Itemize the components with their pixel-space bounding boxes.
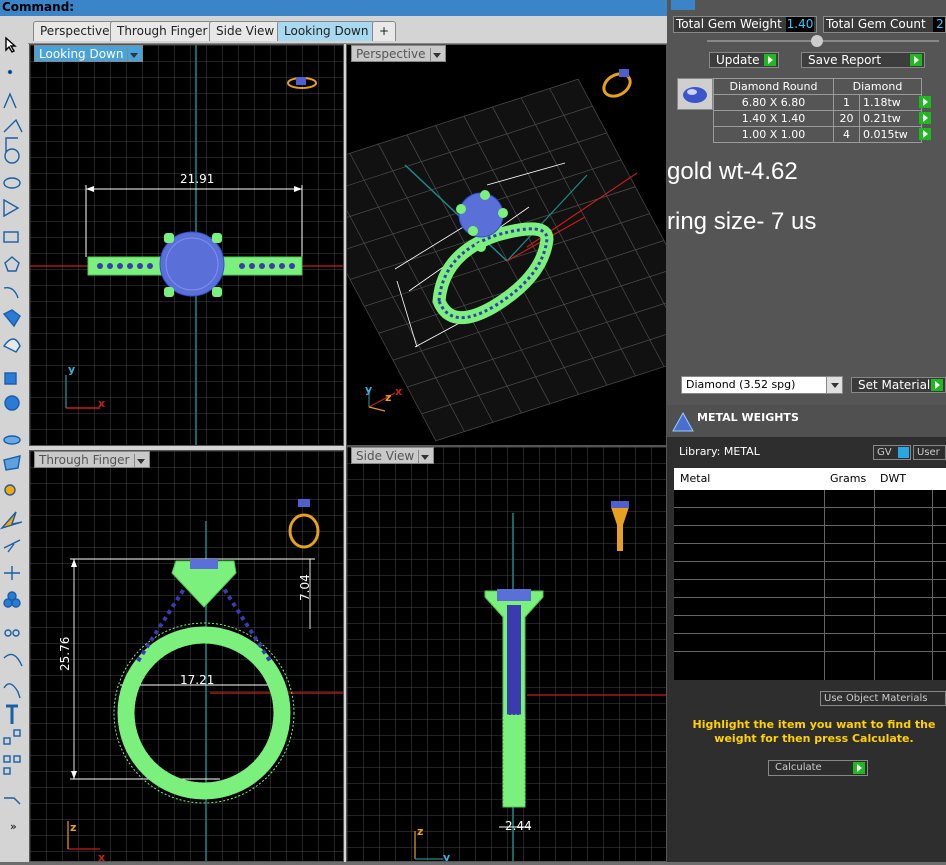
total-gem-count-label: Total Gem Count 2 bbox=[823, 16, 946, 33]
col-header-diamond: Diamond bbox=[833, 78, 922, 95]
viewport-label-perspective[interactable]: Perspective bbox=[351, 45, 446, 62]
axis-z-label-perspective: z bbox=[385, 391, 392, 404]
dimension-width: 21.91 bbox=[180, 172, 215, 186]
axis-x-label-finger: x bbox=[98, 851, 106, 862]
table-row[interactable] bbox=[674, 562, 946, 580]
diamond-round-icon bbox=[677, 78, 713, 110]
note-ring-size: ring size- 7 us bbox=[667, 208, 817, 235]
viewport-grid bbox=[30, 45, 343, 445]
axis-x-label: x bbox=[98, 397, 106, 410]
viewport-label-through-finger[interactable]: Through Finger bbox=[34, 451, 150, 468]
slider-track[interactable] bbox=[707, 40, 939, 42]
svg-text:»: » bbox=[10, 820, 17, 833]
col-dwt: DWT bbox=[880, 472, 907, 485]
play-icon bbox=[764, 54, 776, 66]
user-toggle[interactable]: User bbox=[913, 445, 946, 460]
chevron-down-icon[interactable] bbox=[127, 47, 139, 62]
col-divider bbox=[932, 490, 933, 680]
chevron-down-icon[interactable] bbox=[826, 377, 842, 393]
table-row[interactable] bbox=[674, 598, 946, 616]
table-row[interactable]: 6.80 X 6.80 1 1.18tw bbox=[713, 94, 922, 111]
row-action-button[interactable] bbox=[919, 128, 931, 140]
viewport-area: 21.91 y x Looking Down y z x Perspective… bbox=[28, 44, 667, 862]
table-row[interactable]: 1.00 X 1.00 4 0.015tw bbox=[713, 126, 922, 143]
table-row[interactable]: 1.40 X 1.40 20 0.21tw bbox=[713, 110, 922, 127]
play-icon bbox=[853, 762, 865, 774]
axis-z-label-side: z bbox=[417, 825, 424, 838]
dimension-thickness: 2.44 bbox=[505, 819, 532, 833]
viewport-label-looking-down[interactable]: Looking Down bbox=[34, 45, 144, 62]
metal-table-header: Metal Grams DWT bbox=[674, 468, 946, 490]
tab-perspective[interactable]: Perspective bbox=[33, 21, 117, 41]
command-bar: Command: bbox=[0, 0, 667, 16]
axis-x-label-perspective: x bbox=[395, 385, 403, 398]
gem-table: Diamond Round Diamond 6.80 X 6.80 1 1.18… bbox=[713, 78, 922, 143]
dimension-inner-width: 17.21 bbox=[180, 673, 215, 687]
material-select[interactable]: Diamond (3.52 spg) bbox=[681, 376, 843, 394]
table-row[interactable] bbox=[674, 616, 946, 634]
note-gold-weight: gold wt-4.62 bbox=[667, 158, 798, 185]
dimension-head: 7.04 bbox=[298, 574, 312, 601]
calculate-button[interactable]: Calculate bbox=[768, 760, 868, 776]
row-action-button[interactable] bbox=[919, 96, 931, 108]
tab-add[interactable]: + bbox=[372, 21, 397, 41]
through-finger-grid bbox=[30, 451, 343, 861]
col-divider bbox=[824, 490, 825, 680]
tab-looking-down[interactable]: Looking Down bbox=[277, 21, 376, 41]
col-divider bbox=[874, 490, 875, 680]
gem-panel: Total Gem Weight 1.40 Total Gem Count 2 … bbox=[667, 0, 946, 405]
chevron-down-icon[interactable] bbox=[418, 449, 430, 464]
table-row[interactable] bbox=[674, 580, 946, 598]
command-label: Command: bbox=[2, 0, 75, 14]
use-object-materials-checkbox[interactable]: Use Object Materials bbox=[820, 691, 946, 706]
chevron-down-icon[interactable] bbox=[133, 453, 145, 468]
play-icon bbox=[910, 54, 922, 66]
table-row[interactable] bbox=[674, 490, 946, 508]
viewport-looking-down[interactable]: 21.91 y x Looking Down bbox=[29, 44, 344, 446]
metal-weights-header: METAL WEIGHTS bbox=[667, 405, 946, 437]
tab-side-view[interactable]: Side View bbox=[209, 21, 282, 41]
total-gem-weight-label: Total Gem Weight 1.40 bbox=[673, 16, 817, 33]
dimension-height: 25.76 bbox=[58, 636, 72, 671]
play-icon bbox=[931, 379, 943, 391]
update-button[interactable]: Update bbox=[709, 52, 779, 68]
total-gem-count-value: 2 bbox=[933, 17, 945, 32]
side-view-grid bbox=[347, 447, 666, 861]
col-metal: Metal bbox=[680, 472, 711, 485]
viewport-label-side-view[interactable]: Side View bbox=[351, 447, 435, 464]
metal-table: Metal Grams DWT bbox=[674, 468, 946, 680]
library-label: Library: METAL bbox=[679, 445, 760, 458]
axis-y-label-side: y bbox=[443, 851, 451, 862]
table-row[interactable] bbox=[674, 634, 946, 652]
toolbar-icons[interactable]: » bbox=[0, 28, 28, 862]
axis-y-label: y bbox=[68, 363, 76, 376]
axis-y-label-perspective: y bbox=[365, 383, 373, 396]
table-row[interactable] bbox=[674, 508, 946, 526]
viewport-through-finger[interactable]: 25.76 17.21 7.04 z x Through Finger bbox=[29, 450, 344, 862]
viewport-perspective[interactable]: y z x Perspective bbox=[346, 44, 667, 446]
viewport-side-view[interactable]: 2.44 z y Side View bbox=[346, 446, 667, 862]
table-row[interactable] bbox=[674, 526, 946, 544]
viewport-tabs: Perspective Through Finger Side View Loo… bbox=[0, 16, 667, 44]
gv-toggle[interactable]: GV bbox=[873, 445, 911, 460]
panel-icon bbox=[671, 0, 695, 10]
table-row[interactable] bbox=[674, 544, 946, 562]
col-grams: Grams bbox=[830, 472, 867, 485]
axis-z-label-finger: z bbox=[70, 821, 77, 834]
col-header-diamond-round: Diamond Round bbox=[713, 78, 834, 95]
set-material-button[interactable]: Set Material bbox=[851, 377, 946, 393]
chevron-down-icon[interactable] bbox=[429, 47, 441, 62]
tab-through-finger[interactable]: Through Finger bbox=[110, 21, 215, 41]
metal-weights-icon bbox=[672, 411, 694, 432]
table-row[interactable] bbox=[674, 652, 946, 680]
hint-text: Highlight the item you want to find the … bbox=[692, 718, 936, 745]
slider-thumb[interactable] bbox=[811, 35, 823, 47]
row-action-button[interactable] bbox=[919, 112, 931, 124]
left-toolbar: » bbox=[0, 28, 28, 862]
save-report-button[interactable]: Save Report bbox=[801, 52, 925, 68]
total-gem-weight-value: 1.40 bbox=[786, 17, 814, 32]
